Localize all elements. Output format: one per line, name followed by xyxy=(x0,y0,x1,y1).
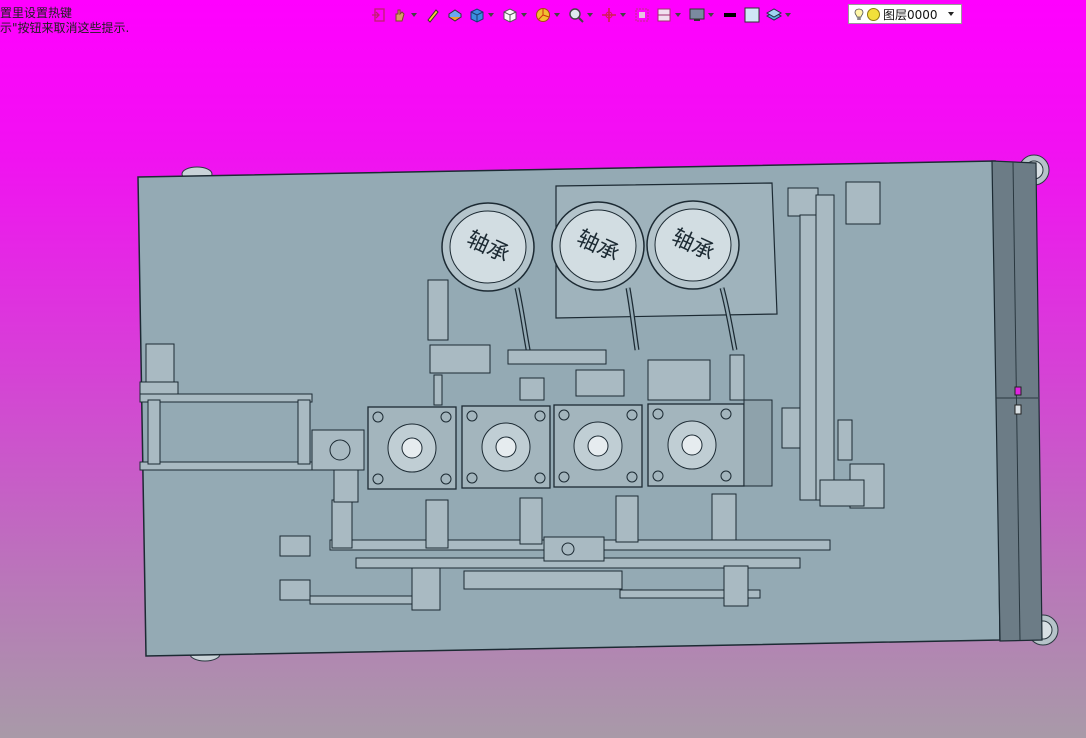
cad-viewport[interactable]: 轴承 轴承 轴承 xyxy=(0,0,1086,738)
gearbox xyxy=(647,403,745,487)
reel: 轴承 xyxy=(441,202,535,292)
switch-box xyxy=(1014,404,1022,415)
gearbox-row xyxy=(367,399,773,490)
gearbox xyxy=(367,406,457,490)
gearbox xyxy=(553,404,643,488)
indicator-light xyxy=(1014,386,1022,396)
bearing-reels: 轴承 轴承 轴承 xyxy=(441,200,740,292)
reel: 轴承 xyxy=(646,200,740,290)
gearbox xyxy=(461,405,551,489)
reel: 轴承 xyxy=(551,201,645,291)
